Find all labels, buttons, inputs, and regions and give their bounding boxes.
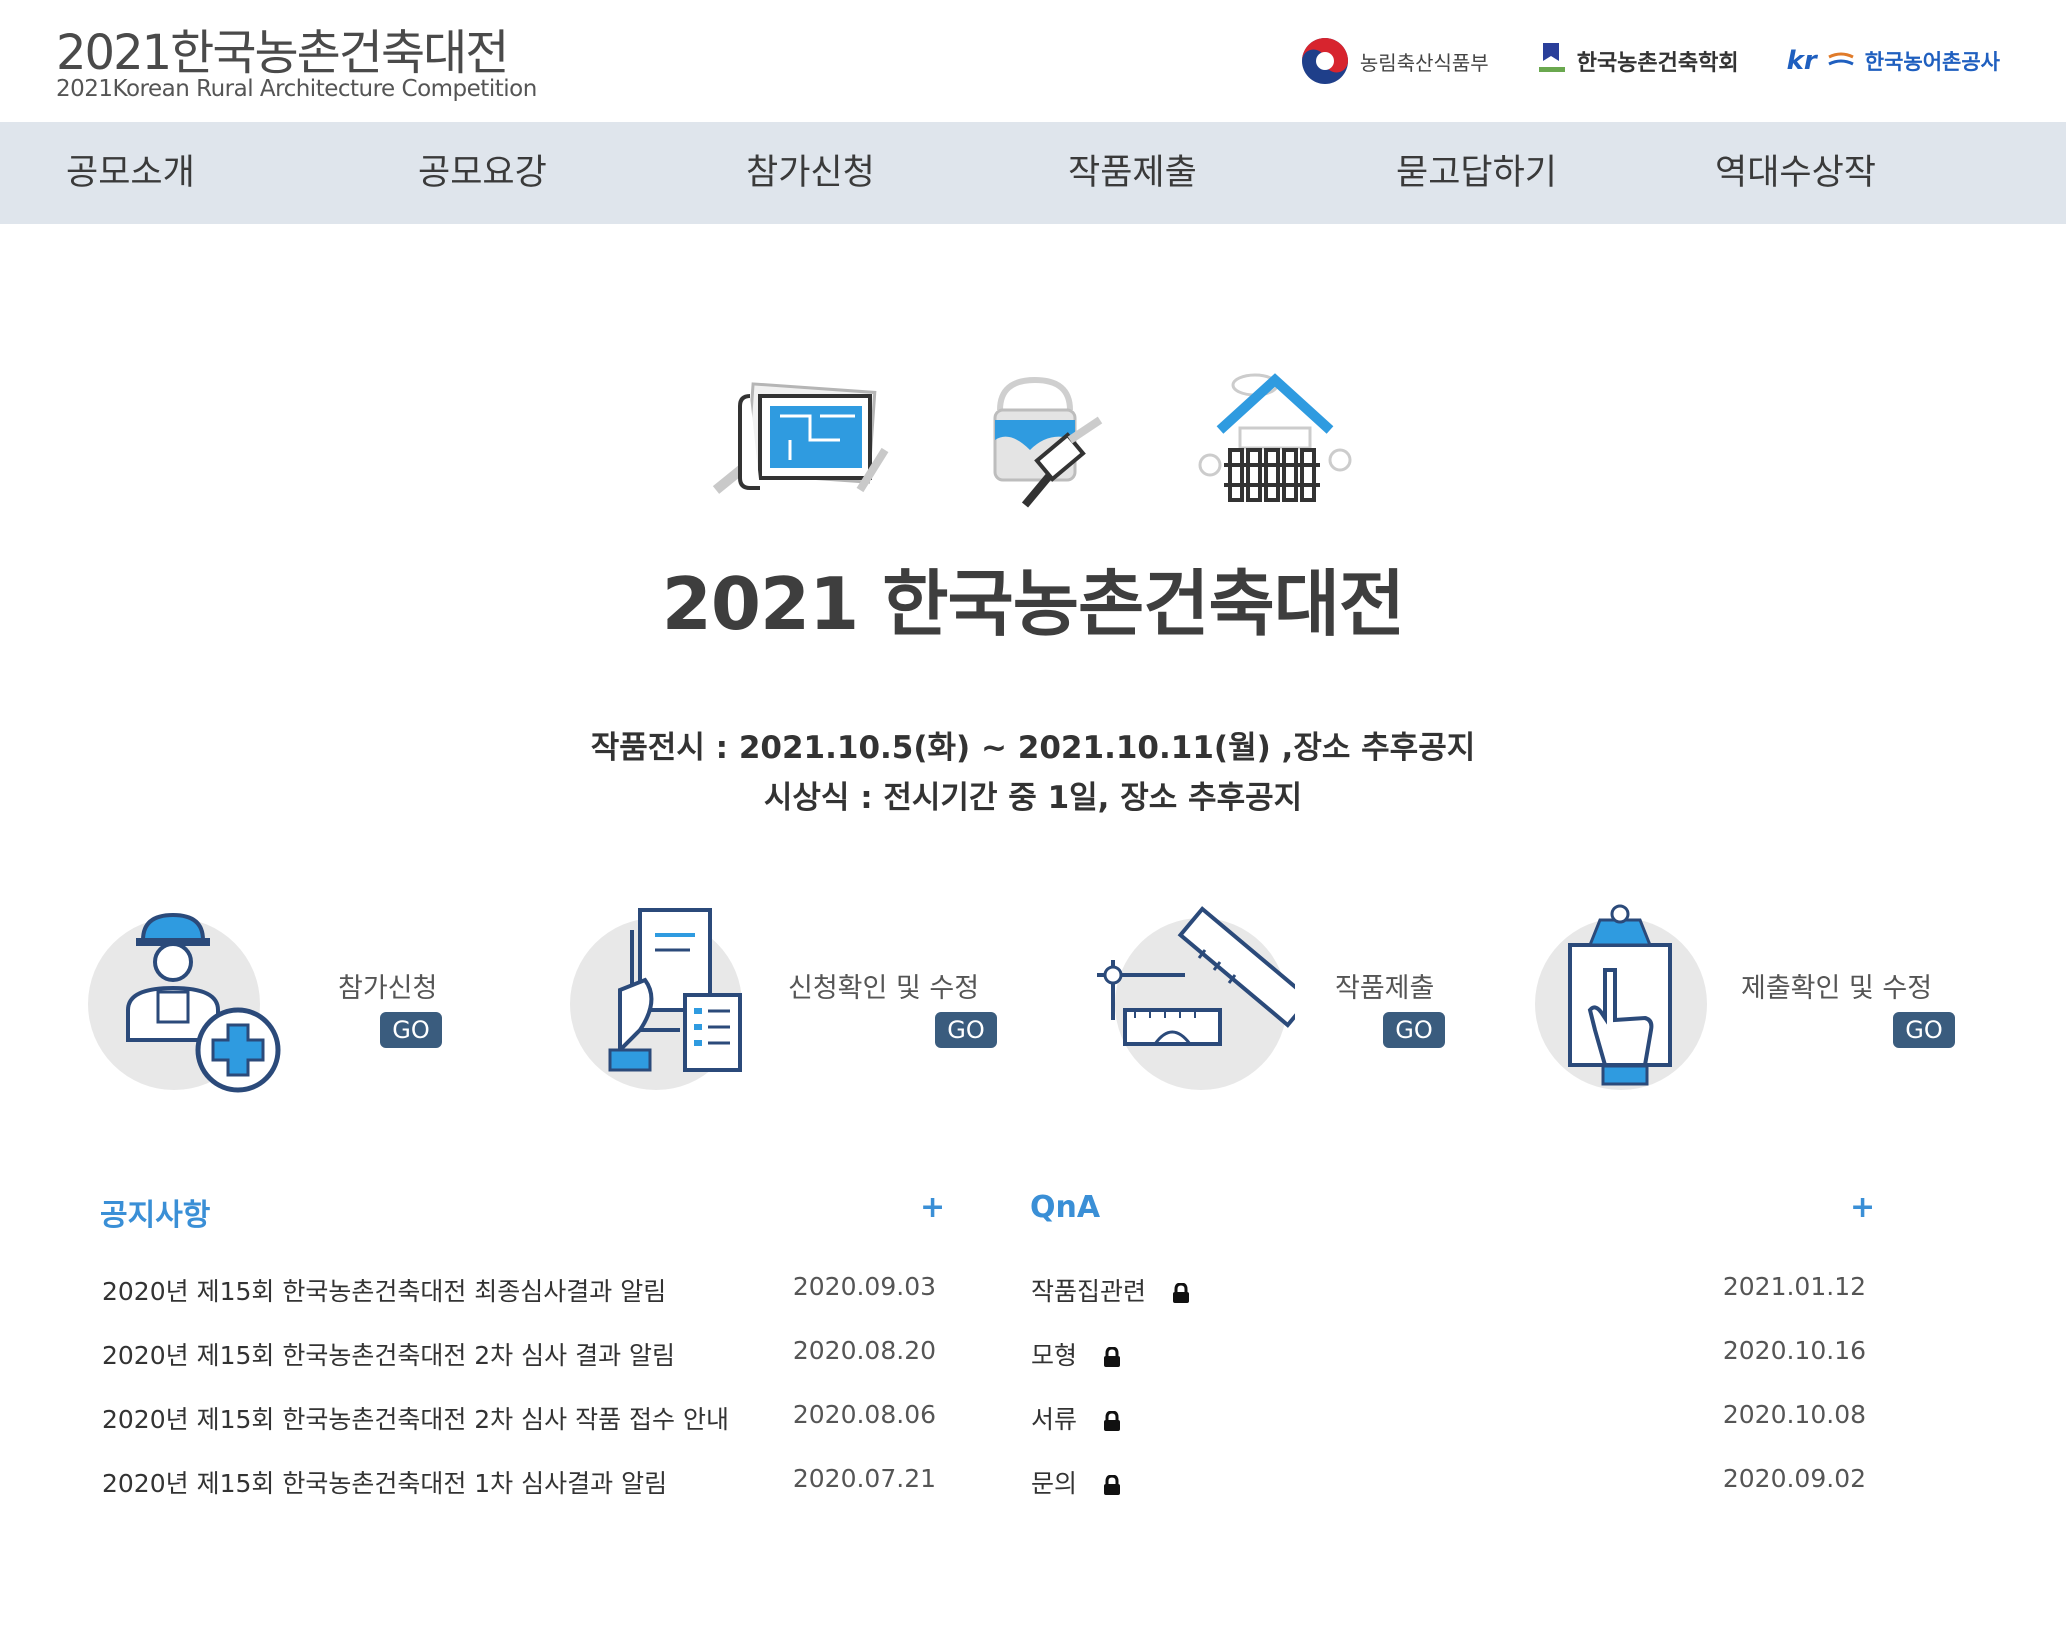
quick-menu-check-application[interactable]: 신청확인 및 수정 GO: [570, 900, 1010, 1100]
nav-item-submit[interactable]: 작품제출: [1068, 122, 1197, 224]
hero-illustrations: [700, 350, 1360, 520]
event-info: 작품전시 : 2021.10.5(화) ~ 2021.10.11(월) ,장소 …: [0, 723, 2066, 823]
exhibition-info: 작품전시 : 2021.10.5(화) ~ 2021.10.11(월) ,장소 …: [590, 730, 1476, 766]
qna-item-title: 작품집관련: [1031, 1277, 1147, 1306]
qna-item[interactable]: 모형: [1031, 1336, 1121, 1372]
go-button-check-submission[interactable]: GO: [1893, 1012, 1955, 1048]
hero-title: 2021 한국농촌건축대전: [661, 562, 1405, 646]
worker-plus-icon: [126, 912, 281, 1093]
nav-item-qna[interactable]: 묻고답하기: [1396, 122, 1557, 224]
house-fence-icon: [1198, 373, 1352, 502]
lock-icon: [1172, 1283, 1189, 1303]
partner-kfc[interactable]: kr 한국농어촌공사: [1787, 46, 2000, 76]
go-button-apply[interactable]: GO: [380, 1012, 442, 1048]
quick-label: 작품제출: [1335, 973, 1435, 1004]
logo-title: 2021한국농촌건축대전: [56, 25, 509, 81]
go-button-submit[interactable]: GO: [1383, 1012, 1445, 1048]
qna-date: 2020.10.08: [1722, 1400, 1866, 1429]
qna-item[interactable]: 문의: [1031, 1464, 1121, 1500]
quick-label: 신청확인 및 수정: [788, 973, 980, 1004]
kfc-logo-icon: kr: [1786, 46, 1817, 76]
qna-more-button[interactable]: +: [1850, 1190, 1875, 1225]
nav-item-past-winners[interactable]: 역대수상작: [1715, 122, 1876, 224]
notice-date: 2020.07.21: [792, 1464, 936, 1493]
nav-item-intro[interactable]: 공모소개: [66, 122, 195, 224]
partner-logos: 농림축산식품부 한국농촌건축학회 kr 한국농어촌공사: [1300, 36, 2000, 86]
qna-item-title: 서류: [1031, 1405, 1078, 1434]
site-logo[interactable]: 2021한국농촌건축대전 2021Korean Rural Architectu…: [56, 28, 537, 102]
qna-item-title: 문의: [1031, 1469, 1078, 1498]
qna-date: 2020.09.02: [1722, 1464, 1866, 1493]
ceremony-info: 시상식 : 전시기간 중 1일, 장소 추후공지: [763, 780, 1303, 816]
quick-menu-check-submission[interactable]: 제출확인 및 수정 GO: [1535, 900, 1955, 1100]
quick-label: 제출확인 및 수정: [1741, 973, 1933, 1004]
notice-item[interactable]: 2020년 제15회 한국농촌건축대전 최종심사결과 알림: [102, 1272, 666, 1308]
logo-subtitle: 2021Korean Rural Architecture Competitio…: [56, 76, 537, 102]
kfc-wave-icon: [1828, 52, 1854, 66]
notice-date: 2020.08.20: [792, 1336, 936, 1365]
lock-icon: [1103, 1411, 1120, 1431]
notice-title[interactable]: 공지사항: [100, 1190, 210, 1234]
taegeuk-emblem-icon: [1301, 38, 1348, 84]
ruler-tools-icon: [1097, 906, 1295, 1046]
notice-item[interactable]: 2020년 제15회 한국농촌건축대전 2차 심사 작품 접수 안내: [102, 1400, 729, 1436]
hand-document-icon: [608, 908, 742, 1072]
main-nav: 공모소개 공모요강 참가신청 작품제출 묻고답하기 역대수상작: [0, 122, 2066, 224]
qna-item[interactable]: 서류: [1031, 1400, 1121, 1436]
notice-item[interactable]: 2020년 제15회 한국농촌건축대전 2차 심사 결과 알림: [102, 1336, 675, 1372]
qna-date: 2021.01.12: [1722, 1272, 1866, 1301]
partner-name: 한국농어촌공사: [1864, 50, 2000, 74]
clipboard-hand-icon: [1568, 904, 1672, 1086]
blueprint-icon: [712, 382, 889, 494]
notice-item[interactable]: 2020년 제15회 한국농촌건축대전 1차 심사결과 알림: [102, 1464, 667, 1500]
partner-kira[interactable]: 한국농촌건축학회: [1537, 39, 1739, 83]
quick-label: 참가신청: [338, 973, 438, 1004]
partner-name: 농림축산식품부: [1359, 50, 1489, 75]
qna-date: 2020.10.16: [1722, 1336, 1866, 1365]
partner-name: 한국농촌건축학회: [1576, 51, 1739, 76]
site-header: 2021한국농촌건축대전 2021Korean Rural Architectu…: [0, 0, 2066, 122]
notice-more-button[interactable]: +: [920, 1190, 945, 1225]
kira-flag-icon: [1538, 43, 1565, 72]
qna-item-title: 모형: [1031, 1341, 1078, 1370]
quick-menu-submit[interactable]: 작품제출 GO: [1095, 900, 1475, 1100]
qna-item[interactable]: 작품집관련: [1031, 1272, 1190, 1308]
notice-date: 2020.09.03: [792, 1272, 936, 1301]
quick-menu-apply[interactable]: 참가신청 GO: [88, 900, 468, 1100]
lock-icon: [1103, 1347, 1120, 1367]
nav-item-apply[interactable]: 참가신청: [746, 122, 875, 224]
lock-icon: [1103, 1475, 1120, 1495]
nav-item-guidelines[interactable]: 공모요강: [418, 122, 547, 224]
partner-mafra[interactable]: 농림축산식품부: [1300, 36, 1489, 86]
qna-title[interactable]: QnA: [1030, 1190, 1100, 1225]
paint-bucket-brush-icon: [993, 376, 1103, 508]
go-button-check-application[interactable]: GO: [935, 1012, 997, 1048]
notice-date: 2020.08.06: [792, 1400, 936, 1429]
